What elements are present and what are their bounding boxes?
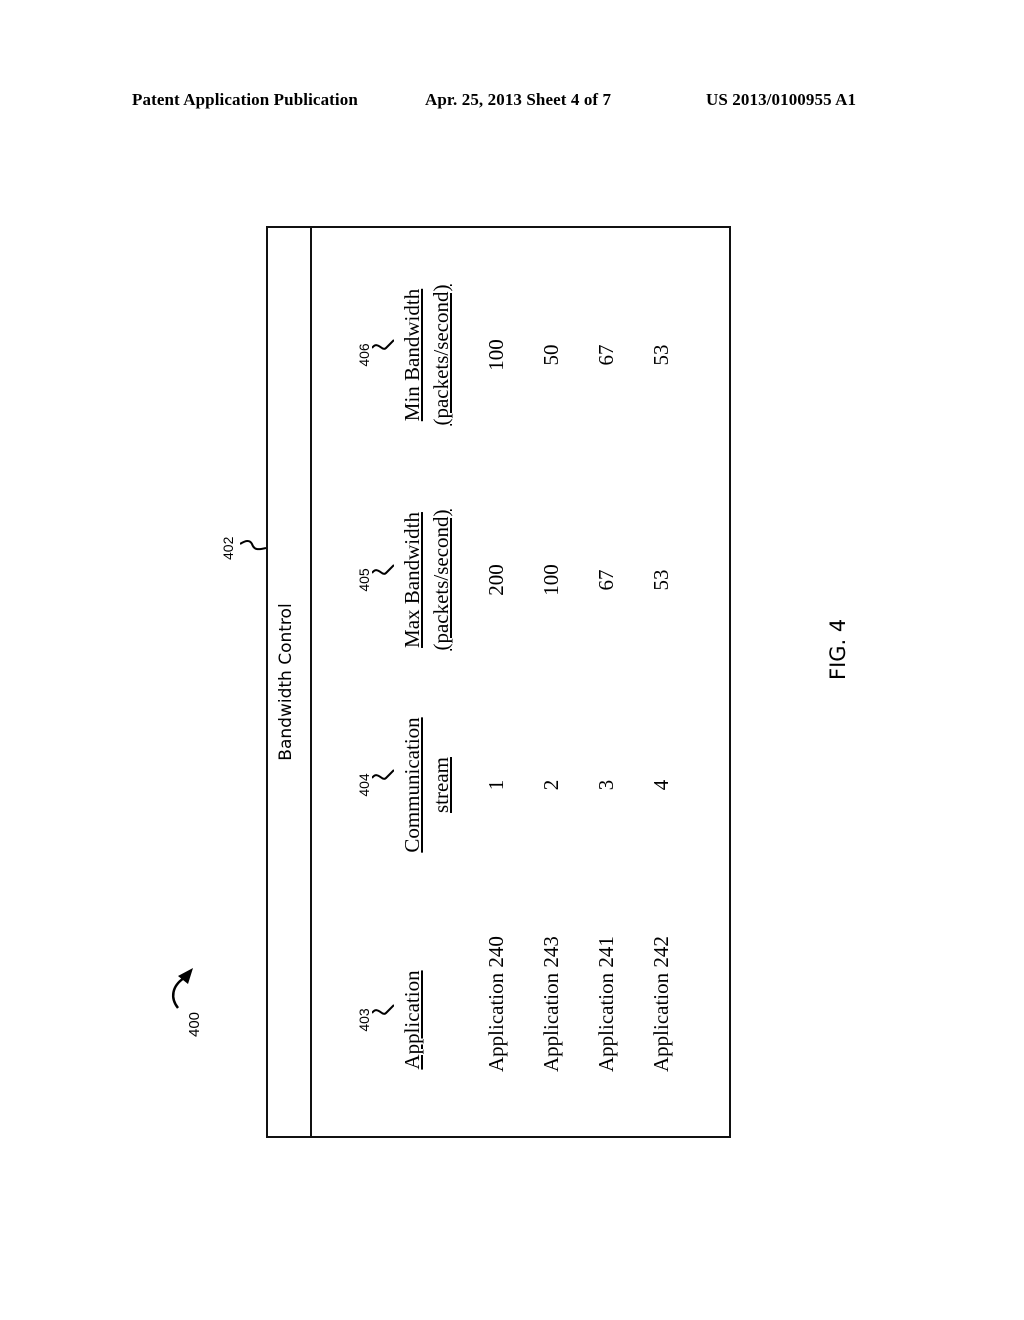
cell-application: Application 243	[539, 936, 563, 1072]
leader-squiggle-icon	[372, 339, 394, 350]
column-header-min-bandwidth: Min Bandwidth (packets/second)	[398, 284, 456, 425]
cell-min-bandwidth: 50	[539, 344, 563, 366]
table-title: Bandwidth Control	[276, 603, 296, 761]
column-ref-application: 403	[356, 1008, 372, 1032]
leader-squiggle-icon	[372, 564, 394, 575]
column-header-line1: Min Bandwidth	[400, 288, 424, 422]
leader-squiggle-icon	[240, 540, 267, 551]
bandwidth-control-table: Bandwidth Control 403 Application 404 Co…	[266, 226, 731, 1138]
cell-application: Application 240	[484, 936, 508, 1072]
cell-application: Application 241	[594, 936, 618, 1072]
cell-max-bandwidth: 53	[649, 569, 673, 591]
column-header-application: Application	[398, 970, 427, 1069]
publication-type: Patent Application Publication	[132, 90, 358, 109]
leader-squiggle-icon	[372, 1004, 394, 1015]
cell-communication-stream: 2	[539, 779, 563, 791]
curved-arrow-icon	[171, 968, 193, 1009]
cell-min-bandwidth: 53	[649, 344, 673, 366]
figure-reference-number: 400	[186, 1011, 203, 1037]
cell-max-bandwidth: 100	[539, 564, 563, 596]
cell-min-bandwidth: 67	[594, 344, 618, 366]
column-header-line2: stream	[429, 757, 453, 813]
cell-communication-stream: 3	[594, 779, 618, 791]
column-header-line2: (packets/second)	[429, 509, 453, 651]
publication-date-sheet: Apr. 25, 2013 Sheet 4 of 7	[425, 90, 612, 109]
column-ref-min-bandwidth: 406	[356, 343, 372, 367]
leader-squiggle-icon	[372, 769, 394, 780]
cell-communication-stream: 1	[484, 779, 508, 791]
cell-max-bandwidth: 67	[594, 569, 618, 591]
column-header-line1: Application	[400, 970, 424, 1070]
cell-max-bandwidth: 200	[484, 564, 508, 596]
cell-application: Application 242	[649, 936, 673, 1072]
column-ref-max-bandwidth: 405	[356, 568, 372, 592]
cell-communication-stream: 4	[649, 779, 673, 791]
column-ref-communication-stream: 404	[356, 773, 372, 797]
column-header-communication-stream: Communication stream	[398, 717, 456, 852]
table-reference-number: 402	[220, 536, 236, 560]
publication-number: US 2013/0100955 A1	[706, 90, 857, 109]
column-header-line1: Max Bandwidth	[400, 512, 424, 648]
column-header-line2: (packets/second)	[429, 284, 453, 426]
column-header-line1: Communication	[400, 717, 424, 853]
column-header-max-bandwidth: Max Bandwidth (packets/second)	[398, 509, 456, 650]
title-divider	[310, 226, 312, 1138]
cell-min-bandwidth: 100	[484, 339, 508, 371]
figure-label: FIG. 4	[826, 618, 850, 680]
